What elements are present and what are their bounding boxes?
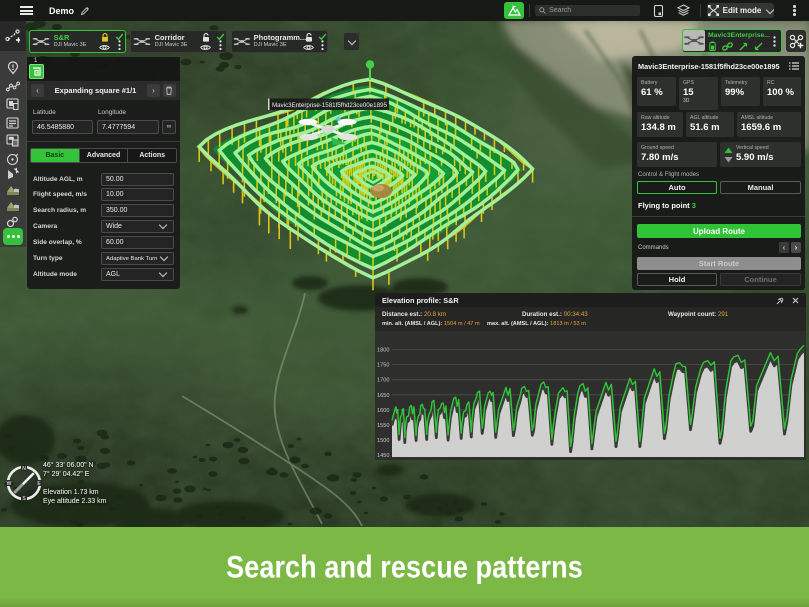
svg-text:1750: 1750 [377, 363, 389, 369]
svg-text:W: W [7, 481, 12, 487]
svg-text:1550: 1550 [377, 423, 389, 429]
svg-text:1650: 1650 [377, 393, 389, 399]
svg-text:Mavic3Enterprise-1581f5fhd23ce: Mavic3Enterprise-1581f5fhd23ce00e1895 [272, 102, 387, 109]
svg-text:1600: 1600 [377, 408, 389, 414]
svg-text:N: N [22, 466, 26, 472]
svg-text:1800: 1800 [377, 348, 389, 354]
svg-text:1450: 1450 [377, 453, 389, 459]
svg-text:1500: 1500 [377, 438, 389, 444]
svg-text:1700: 1700 [377, 378, 389, 384]
